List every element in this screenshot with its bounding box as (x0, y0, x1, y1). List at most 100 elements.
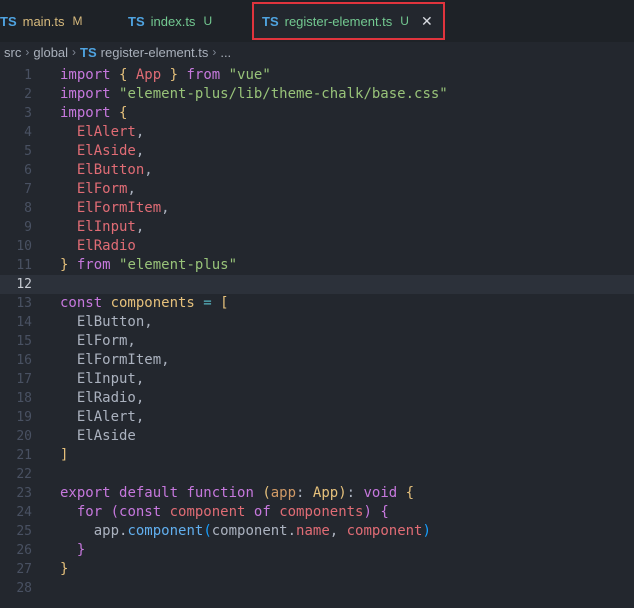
code-text: ElAlert, (60, 123, 144, 142)
code-text: ElButton, (60, 161, 153, 180)
code-line[interactable]: 16 ElFormItem, (0, 351, 634, 370)
line-number: 17 (16, 372, 32, 387)
code-line[interactable]: 18 ElRadio, (0, 389, 634, 408)
code-token: ElAside (60, 428, 136, 444)
code-text: ElRadio, (60, 389, 144, 408)
code-line[interactable]: 8 ElFormItem, (0, 199, 634, 218)
tab-status-badge: U (400, 14, 409, 28)
breadcrumb-file[interactable]: register-element.ts (101, 45, 209, 60)
code-line[interactable]: 1 import { App } from "vue" (0, 66, 634, 85)
code-token: ElFormItem, (60, 352, 170, 368)
code-text: ElButton, (60, 313, 153, 332)
line-number: 1 (24, 68, 32, 83)
code-line[interactable]: 21] (0, 446, 634, 465)
code-token: , (144, 162, 153, 178)
code-token: "element-plus/lib/theme-chalk/base.css" (119, 86, 448, 102)
code-token: { (380, 504, 389, 520)
code-token: component (346, 523, 423, 539)
code-line[interactable]: 6 ElButton, (0, 161, 634, 180)
code-token: components (110, 295, 195, 311)
code-text: for (const component of components) { (60, 503, 389, 522)
code-text: ElForm, (60, 180, 136, 199)
close-icon[interactable]: ✕ (421, 13, 433, 30)
code-line[interactable]: 13 const components = [ (0, 294, 634, 313)
code-token: component (211, 523, 288, 539)
code-line[interactable]: 19 ElAlert, (0, 408, 634, 427)
line-number: 9 (24, 220, 32, 235)
line-number: 4 (24, 125, 32, 140)
code-token: name (296, 523, 330, 539)
code-token: } (60, 561, 69, 577)
code-line[interactable]: 2 import "element-plus/lib/theme-chalk/ba… (0, 85, 634, 104)
code-text: ElFormItem, (60, 351, 170, 370)
code-token: "element-plus" (119, 257, 238, 273)
code-token: component (127, 523, 204, 539)
code-line[interactable]: 9 ElInput, (0, 218, 634, 237)
tab-label: main.ts (22, 13, 65, 29)
code-token: ElInput, (60, 371, 145, 387)
code-token: { (119, 67, 136, 83)
code-text: ElAside (60, 427, 136, 446)
code-text: import { App } from "vue" (60, 66, 271, 85)
line-number: 10 (16, 239, 32, 254)
code-text: app.component(component.name, component) (60, 522, 431, 541)
code-text: ElRadio (60, 237, 136, 256)
typescript-icon: TS (0, 13, 17, 29)
code-line[interactable]: 17 ElInput, (0, 370, 634, 389)
breadcrumb-more[interactable]: ... (220, 45, 231, 60)
tab-register-element-ts[interactable]: TS register-element.ts U ✕ (252, 2, 445, 40)
code-token: : (296, 485, 313, 501)
code-line[interactable]: 11 } from "element-plus" (0, 256, 634, 275)
code-token: ElAlert (60, 124, 136, 140)
code-token: ElButton (60, 162, 145, 178)
breadcrumb-src[interactable]: src (4, 45, 21, 60)
code-text: export default function (app: App): void… (60, 484, 414, 503)
code-token: } (161, 67, 187, 83)
code-token: app (60, 523, 120, 539)
line-number: 21 (16, 448, 32, 463)
code-line[interactable]: 26 } (0, 541, 634, 560)
line-number: 19 (16, 410, 32, 425)
code-editor[interactable]: 1 import { App } from "vue" 2 import "eleme… (0, 66, 634, 598)
tab-status-badge: M (72, 14, 83, 28)
code-line[interactable]: 14 ElButton, (0, 313, 634, 332)
tab-main-ts[interactable]: TS main.ts M (0, 0, 118, 42)
code-line[interactable]: 12 (0, 275, 634, 294)
code-line[interactable]: 25 app.component(component.name, compone… (0, 522, 634, 541)
code-token: . (287, 523, 297, 539)
code-line[interactable]: 10 ElRadio (0, 237, 634, 256)
code-text: const components = [ (60, 294, 229, 313)
code-line[interactable]: 22 (0, 465, 634, 484)
code-line[interactable]: 3 import { (0, 104, 634, 123)
code-token: from (76, 257, 120, 273)
line-number: 11 (16, 258, 32, 273)
code-token: import (60, 67, 120, 83)
code-line[interactable]: 27} (0, 560, 634, 579)
code-text: } (60, 560, 68, 579)
code-token: "vue" (228, 67, 271, 83)
typescript-icon: TS (80, 44, 97, 60)
code-text: } (60, 541, 85, 560)
code-line[interactable]: 5 ElAside, (0, 142, 634, 161)
code-line[interactable]: 24 for (const component of components) { (0, 503, 634, 522)
code-text: } from "element-plus" (60, 256, 237, 275)
code-token: ] (60, 447, 69, 463)
breadcrumb: src › global › TS register-element.ts › … (0, 42, 634, 62)
code-line[interactable]: 7 ElForm, (0, 180, 634, 199)
code-line[interactable]: 20 ElAside (0, 427, 634, 446)
code-line[interactable]: 28 (0, 579, 634, 598)
code-token: of (253, 504, 280, 520)
breadcrumb-global[interactable]: global (33, 45, 68, 60)
code-token: ElAside (60, 143, 136, 159)
tab-index-ts[interactable]: TS index.ts U (118, 0, 240, 42)
code-line[interactable]: 23 export default function (app: App): vo… (0, 484, 634, 503)
code-text: ElAlert, (60, 408, 144, 427)
code-token: , (135, 143, 145, 159)
code-token: components (279, 504, 364, 520)
code-line[interactable]: 4 ElAlert, (0, 123, 634, 142)
code-token: , (329, 523, 347, 539)
chevron-right-icon: › (72, 45, 77, 59)
line-number: 24 (16, 505, 32, 520)
code-token: from (186, 67, 229, 83)
code-line[interactable]: 15 ElForm, (0, 332, 634, 351)
